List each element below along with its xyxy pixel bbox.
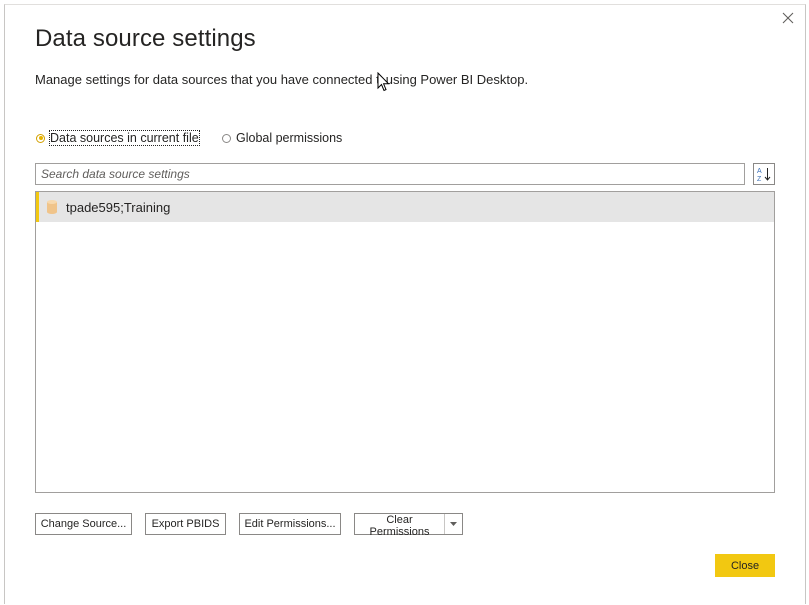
- radio-selected-icon[interactable]: [36, 133, 45, 143]
- clear-permissions-split-button: Clear Permissions: [354, 513, 463, 538]
- export-pbids-button[interactable]: Export PBIDS: [145, 513, 226, 535]
- radio-global-permissions[interactable]: Global permissions: [222, 129, 342, 147]
- subtitle-text-start: Manage settings for data sources that yo…: [35, 72, 380, 87]
- chevron-down-icon: [450, 522, 457, 526]
- database-icon: [47, 200, 57, 214]
- subtitle-text-end: using Power BI Desktop.: [385, 72, 529, 87]
- radio-current-file-label: Data sources in current file: [49, 130, 200, 146]
- list-item-label: tpade595;Training: [66, 199, 171, 215]
- data-source-list[interactable]: tpade595;Training: [35, 191, 775, 493]
- sort-button[interactable]: A Z: [753, 163, 775, 185]
- search-input[interactable]: [35, 163, 745, 185]
- dialog-subtitle: Manage settings for data sources that yo…: [35, 72, 528, 87]
- clear-permissions-button[interactable]: Clear Permissions: [355, 514, 445, 538]
- radio-unselected-icon[interactable]: [222, 133, 231, 143]
- close-button[interactable]: Close: [715, 554, 775, 577]
- svg-text:A: A: [757, 168, 762, 175]
- radio-current-file[interactable]: Data sources in current file: [36, 129, 200, 147]
- svg-text:Z: Z: [757, 176, 762, 182]
- dialog-close-icon[interactable]: [779, 9, 797, 27]
- sort-az-icon: A Z: [757, 168, 771, 182]
- change-source-button[interactable]: Change Source...: [35, 513, 132, 535]
- radio-global-permissions-label: Global permissions: [236, 131, 343, 145]
- clear-permissions-dropdown[interactable]: [445, 514, 462, 534]
- list-item[interactable]: tpade595;Training: [36, 192, 774, 222]
- edit-permissions-button[interactable]: Edit Permissions...: [239, 513, 341, 535]
- dialog-title: Data source settings: [35, 25, 256, 52]
